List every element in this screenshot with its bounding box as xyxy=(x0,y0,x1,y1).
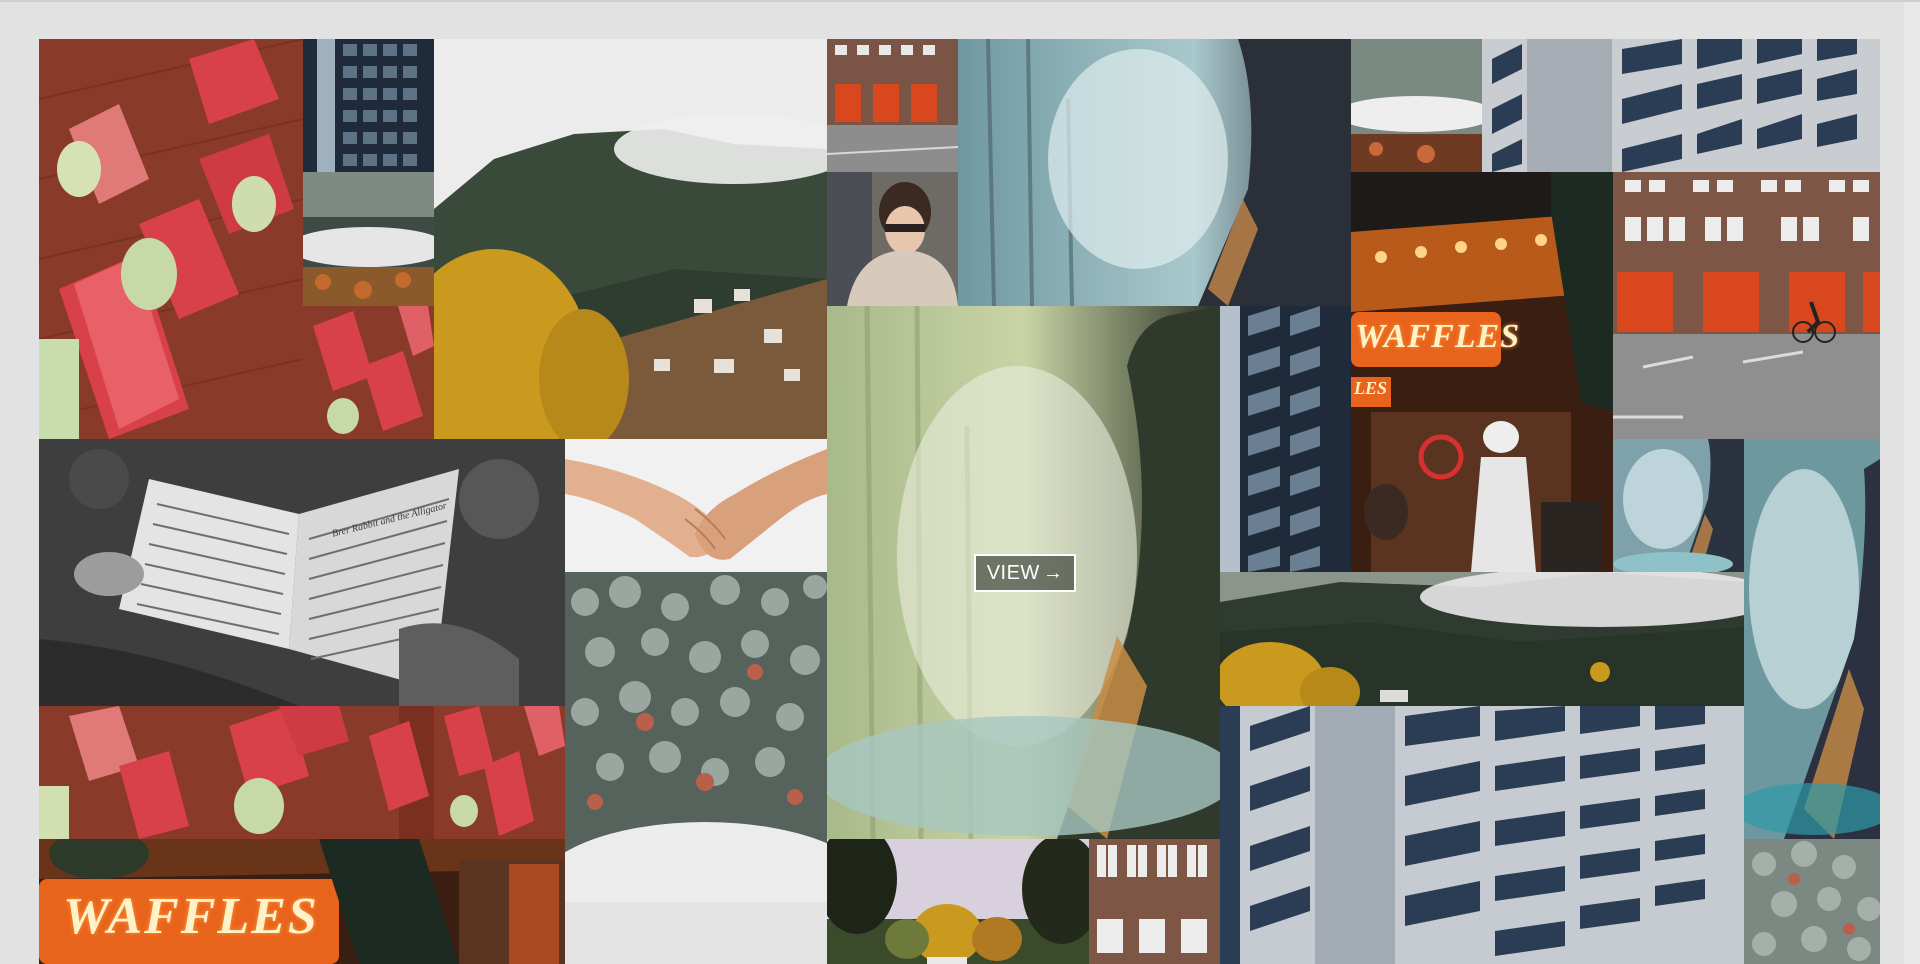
photo-frosted-forest-small[interactable] xyxy=(1744,839,1880,964)
photo-mosaic: WAFFLES LES Brer Rabbit and the Alligato… xyxy=(39,39,1880,964)
photo-brick-shutters[interactable] xyxy=(39,39,303,439)
page-scrollbar[interactable] xyxy=(1904,2,1920,964)
waffles-sign: WAFFLES xyxy=(1355,318,1521,355)
photo-frosted-forest[interactable] xyxy=(565,572,827,964)
waffles-sign-small: LES xyxy=(1354,378,1388,398)
photo-forest-clouds-wide[interactable] xyxy=(1220,572,1744,706)
photo-fire-station-small[interactable] xyxy=(827,39,958,172)
photo-fire-station-large[interactable] xyxy=(1613,172,1880,439)
photo-misty-forest-small[interactable] xyxy=(303,172,434,306)
photo-smoke-man-tall[interactable] xyxy=(1744,439,1880,839)
photo-brick-building-windows[interactable] xyxy=(1089,839,1220,964)
photo-brick-shutters-tiny[interactable] xyxy=(434,706,565,839)
photo-brick-shutters-wide[interactable] xyxy=(39,706,434,839)
photo-glass-tower-tall[interactable] xyxy=(1220,306,1351,572)
photo-waffles-wide[interactable]: WAFFLES xyxy=(39,839,565,964)
photo-glass-tower-small[interactable] xyxy=(303,39,434,172)
photo-holding-hands[interactable] xyxy=(565,439,827,572)
photo-autumn-trees[interactable] xyxy=(827,839,1089,964)
photo-forest-fog-small[interactable] xyxy=(1351,39,1482,172)
photo-smoke-man-small[interactable] xyxy=(1613,439,1744,572)
view-button-label: VIEW xyxy=(986,561,1040,584)
photo-mountain-village[interactable] xyxy=(434,39,827,439)
photo-smoke-man[interactable] xyxy=(958,39,1351,306)
photo-woman-sweater[interactable] xyxy=(827,172,958,306)
photo-concrete-tower-top[interactable] xyxy=(1482,39,1880,172)
photo-concrete-tower-large[interactable] xyxy=(1220,706,1744,964)
photo-open-book[interactable]: Brer Rabbit and the Alligator xyxy=(39,439,565,706)
photo-waffles-stand[interactable]: WAFFLES LES xyxy=(1351,172,1613,572)
window-top-edge xyxy=(0,0,1920,2)
view-button[interactable]: VIEW → xyxy=(974,554,1076,592)
arrow-right-icon: → xyxy=(1042,561,1064,584)
photo-brick-shutters-small[interactable] xyxy=(303,306,434,439)
waffles-sign-large: WAFFLES xyxy=(63,888,319,945)
